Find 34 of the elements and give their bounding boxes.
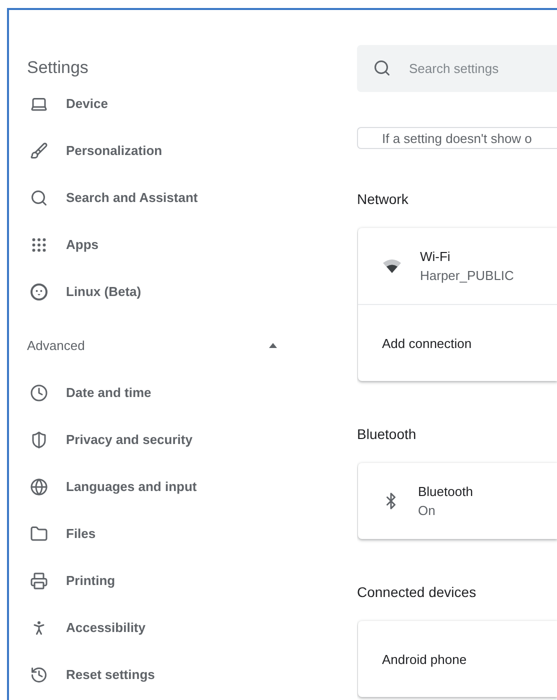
sidebar-item[interactable]: Linux (Beta) bbox=[27, 268, 299, 315]
search-field[interactable]: Search settings bbox=[357, 45, 557, 92]
sidebar-item[interactable]: Accessibility bbox=[27, 604, 299, 651]
sidebar-item[interactable]: Languages and input bbox=[27, 463, 299, 510]
sidebar-item[interactable]: Device bbox=[27, 80, 299, 127]
sidebar-item[interactable]: Personalization bbox=[27, 127, 299, 174]
clock-icon bbox=[30, 384, 48, 402]
history-icon bbox=[30, 666, 48, 684]
section-heading: Network bbox=[357, 190, 410, 209]
settings-row[interactable]: Android phone bbox=[358, 621, 557, 697]
grid-icon bbox=[30, 236, 48, 254]
sidebar-item[interactable]: Search and Assistant bbox=[27, 174, 299, 221]
sidebar-item[interactable]: Apps bbox=[27, 221, 299, 268]
settings-row[interactable]: Wi-Fi Harper_PUBLIC bbox=[358, 228, 557, 304]
search-icon bbox=[373, 59, 391, 77]
shield-icon bbox=[30, 430, 48, 448]
sidebar-item[interactable]: Privacy and security bbox=[27, 416, 299, 463]
paintbrush-icon bbox=[30, 142, 48, 160]
sidebar-item[interactable]: Files bbox=[27, 510, 299, 557]
sidebar-item[interactable]: Date and time bbox=[27, 369, 299, 416]
sidebar-item[interactable]: Printing bbox=[27, 557, 299, 604]
search-icon bbox=[30, 188, 48, 206]
settings-row[interactable]: Add connection bbox=[358, 304, 557, 381]
section-heading: Bluetooth bbox=[357, 425, 418, 444]
section-heading: Connected devices bbox=[357, 583, 478, 602]
wifi-icon bbox=[382, 258, 402, 274]
folder-icon bbox=[30, 524, 48, 542]
advanced-toggle[interactable]: Advanced bbox=[27, 321, 277, 369]
settings-row[interactable]: Bluetooth On bbox=[358, 463, 557, 539]
printer-icon bbox=[30, 572, 48, 590]
sidebar-item[interactable]: Reset settings bbox=[27, 651, 299, 698]
globe-icon bbox=[30, 478, 48, 496]
settings-title: Settings bbox=[27, 57, 90, 79]
notice-text: If a setting doesn't show o bbox=[357, 127, 557, 149]
